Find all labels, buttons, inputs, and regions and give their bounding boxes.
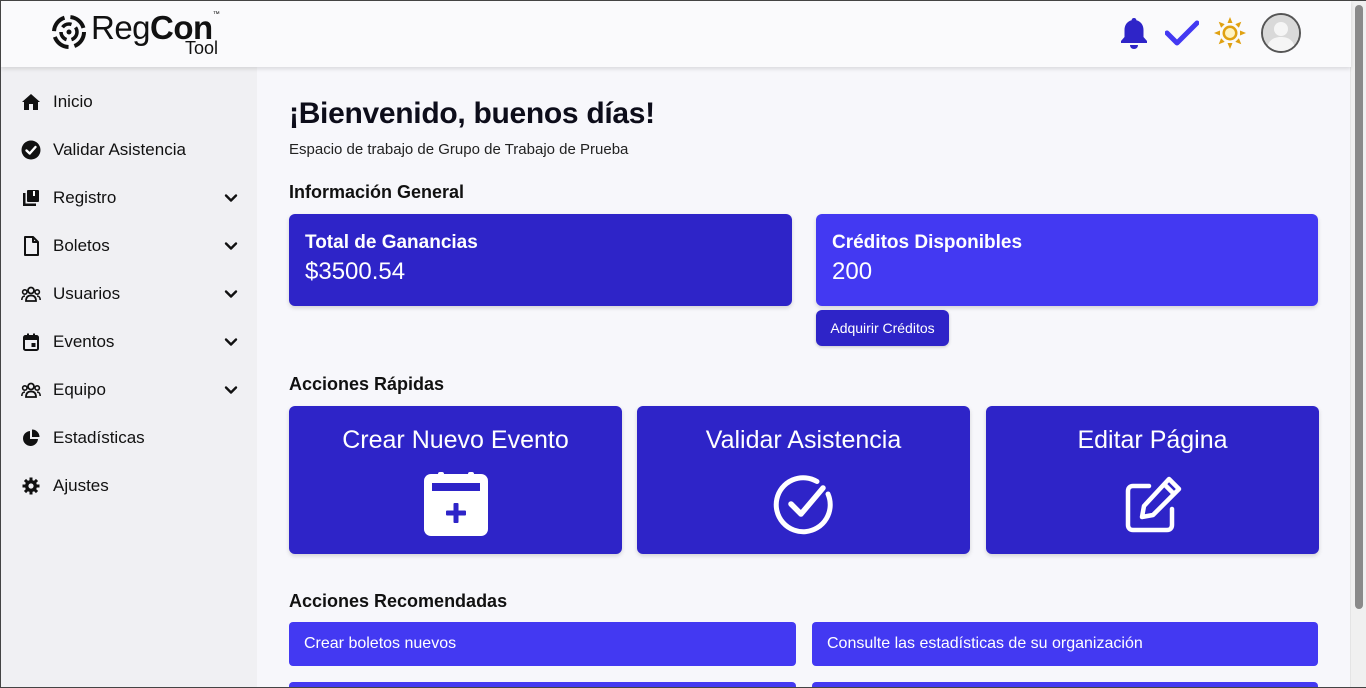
sidebar-item-estadisticas[interactable]: Estadísticas [1, 418, 257, 458]
brand-subtitle: Tool [185, 38, 219, 58]
credits-title: Créditos Disponibles [832, 232, 1023, 253]
credits-value: 200 [832, 258, 873, 285]
chevron-down-icon[interactable] [221, 380, 241, 400]
calendar-icon [21, 332, 41, 352]
sidebar-item-label: Ajustes [53, 476, 109, 495]
brand-logo[interactable]: RegCon™ Tool [51, 9, 220, 58]
user-avatar-icon [1263, 15, 1299, 51]
create-tickets-action[interactable]: Crear boletos nuevos [289, 622, 796, 666]
logo-mark-icon [52, 15, 86, 49]
chevron-down-icon[interactable] [221, 284, 241, 304]
sidebar: Inicio Validar Asistencia Registro Bolet… [1, 67, 257, 687]
view-statistics-label: Consulte las estadísticas de su organiza… [827, 635, 1143, 652]
credits-card: Créditos Disponibles 200 [816, 214, 1318, 306]
create-event-card[interactable]: Crear Nuevo Evento [289, 406, 622, 554]
chevron-down-icon[interactable] [221, 332, 241, 352]
sidebar-item-label: Registro [53, 188, 117, 207]
earnings-title: Total de Ganancias [305, 232, 478, 253]
validate-attendance-label: Validar Asistencia [705, 426, 902, 454]
sidebar-item-boletos[interactable]: Boletos [1, 226, 257, 266]
create-tickets-label: Crear boletos nuevos [304, 635, 457, 652]
pie-chart-icon [21, 428, 41, 448]
sidebar-item-label: Boletos [53, 236, 110, 255]
recommended-actions-heading: Acciones Recomendadas [289, 591, 508, 611]
edit-page-card[interactable]: Editar Página [986, 406, 1319, 554]
book-icon [21, 188, 41, 208]
validate-attendance-card[interactable]: Validar Asistencia [637, 406, 970, 554]
edit-page-label: Editar Página [1077, 426, 1228, 454]
sidebar-item-label: Eventos [53, 332, 115, 351]
page-title: ¡Bienvenido, buenos días! [289, 97, 655, 130]
notifications-button[interactable] [1117, 13, 1151, 53]
edit-icon [1120, 472, 1186, 538]
recommended-action-partial[interactable] [812, 682, 1318, 687]
earnings-value: $3500.54 [305, 258, 406, 285]
scrollbar-thumb[interactable] [1355, 5, 1363, 609]
general-info-heading: Información General [289, 182, 465, 202]
sidebar-item-registro[interactable]: Registro [1, 178, 257, 218]
file-icon [21, 236, 41, 256]
calendar-plus-icon [423, 472, 489, 538]
sidebar-item-usuarios[interactable]: Usuarios [1, 274, 257, 314]
user-avatar[interactable] [1261, 13, 1301, 53]
sidebar-item-eventos[interactable]: Eventos [1, 322, 257, 362]
sidebar-item-validar-asistencia[interactable]: Validar Asistencia [1, 130, 257, 170]
chevron-down-icon[interactable] [221, 188, 241, 208]
sidebar-item-label: Inicio [53, 92, 93, 111]
chevron-down-icon[interactable] [221, 236, 241, 256]
workspace-subtitle: Espacio de trabajo de Grupo de Trabajo d… [289, 141, 629, 158]
quick-actions-heading: Acciones Rápidas [289, 374, 445, 394]
home-icon [21, 92, 41, 112]
sidebar-item-label: Equipo [53, 380, 106, 399]
brand-name-regular: Reg [91, 9, 151, 46]
create-event-label: Crear Nuevo Evento [342, 426, 569, 454]
header-actions [1103, 13, 1301, 53]
view-statistics-action[interactable]: Consulte las estadísticas de su organiza… [812, 622, 1318, 666]
sidebar-item-label: Usuarios [53, 284, 121, 303]
sidebar-item-label: Validar Asistencia [53, 140, 186, 159]
theme-toggle-button[interactable] [1213, 13, 1247, 53]
check-circle-icon [771, 472, 837, 538]
brand-trademark: ™ [212, 11, 220, 18]
app-window: RegCon™ Tool Inicio Validar Asistencia R… [0, 0, 1366, 688]
sidebar-item-equipo[interactable]: Equipo [1, 370, 257, 410]
sun-icon [1214, 17, 1246, 49]
top-header: RegCon™ Tool [1, 1, 1351, 67]
check-icon [1165, 20, 1199, 46]
team-icon [21, 380, 41, 400]
gear-icon [21, 476, 41, 496]
check-circle-icon [21, 140, 41, 160]
buy-credits-button[interactable]: Adquirir Créditos [816, 310, 949, 346]
main-content: ¡Bienvenido, buenos días! Espacio de tra… [257, 67, 1351, 687]
bell-icon [1121, 18, 1147, 49]
sidebar-item-inicio[interactable]: Inicio [1, 82, 257, 122]
earnings-card: Total de Ganancias $3500.54 [289, 214, 792, 306]
page-scrollbar[interactable] [1350, 1, 1366, 687]
sidebar-item-ajustes[interactable]: Ajustes [1, 466, 257, 506]
validate-button[interactable] [1165, 13, 1199, 53]
users-icon [21, 284, 41, 304]
sidebar-item-label: Estadísticas [53, 428, 145, 447]
recommended-action-partial[interactable] [289, 682, 796, 687]
